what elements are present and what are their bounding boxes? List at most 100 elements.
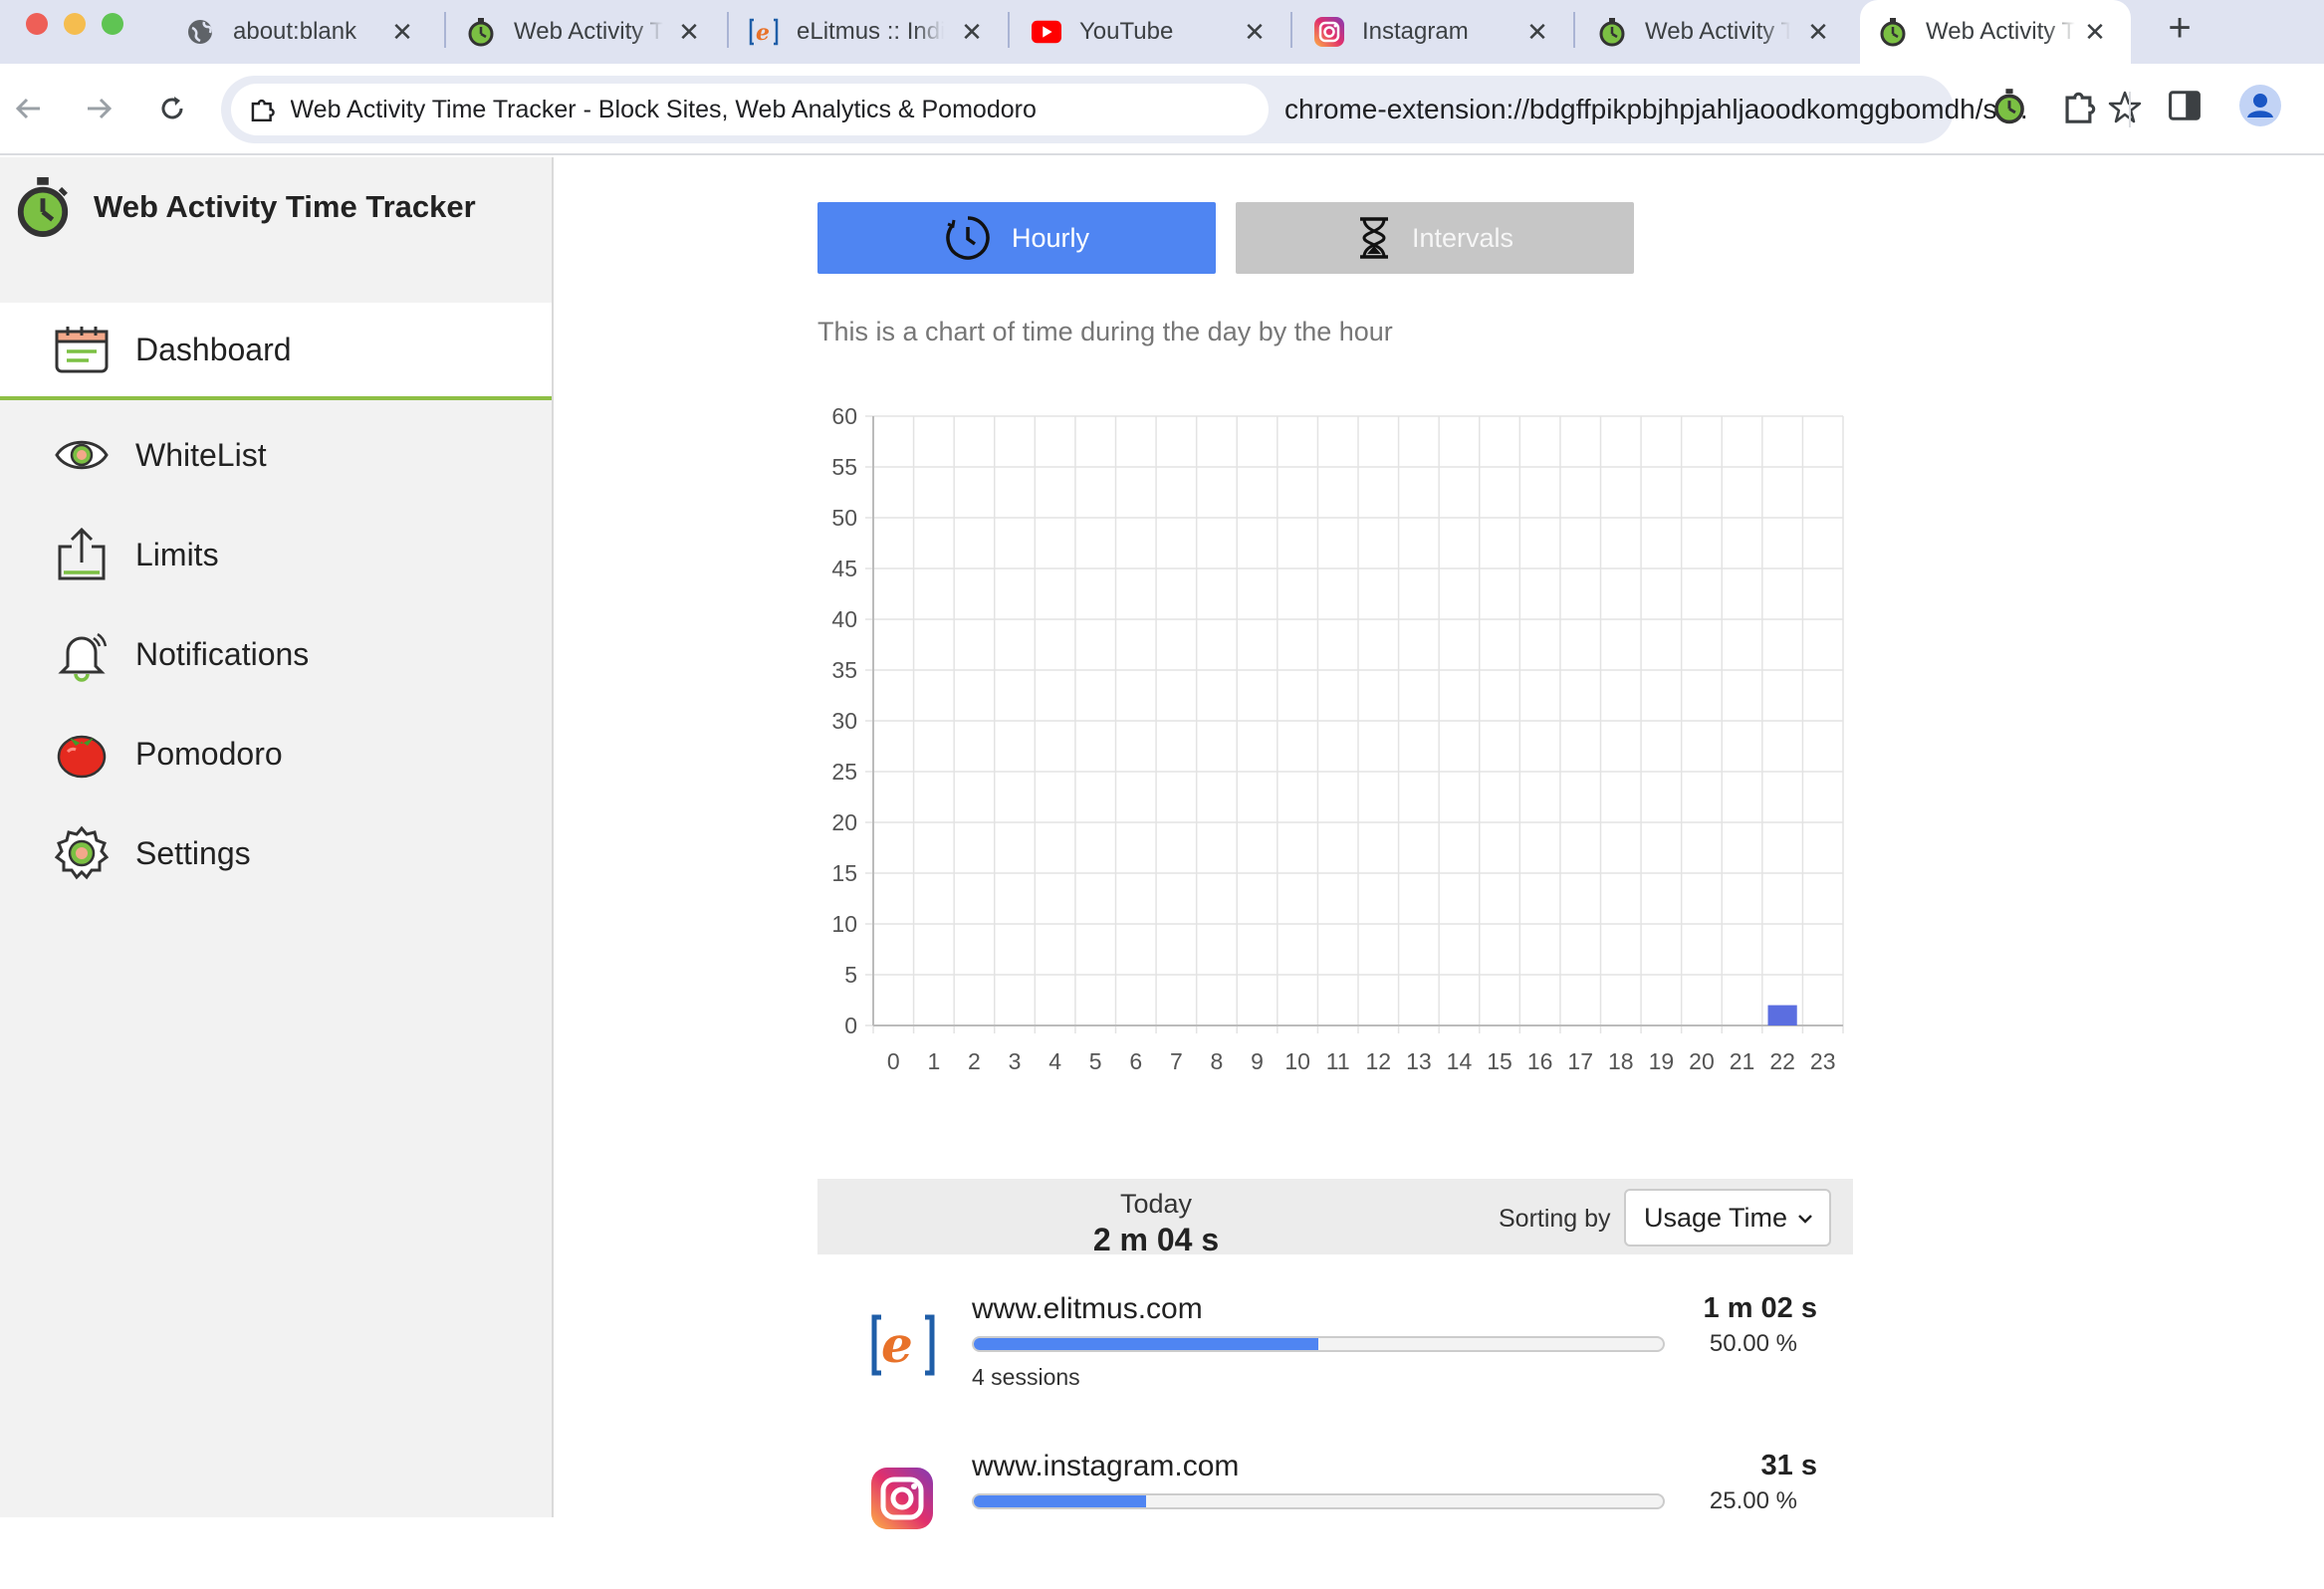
- browser-tab[interactable]: e eLitmus :: India ✕: [749, 0, 988, 64]
- sidebar-item-label: Pomodoro: [135, 735, 283, 772]
- tracker-extension-button[interactable]: [1991, 88, 2027, 130]
- eye-icon: [55, 440, 109, 470]
- puzzle-icon: [251, 100, 275, 122]
- tab-title: Web Activity Time Tracker: [1926, 18, 2075, 45]
- x-tick-label: 2: [968, 1048, 981, 1074]
- browser-tab[interactable]: Web Activity Time Tracker ✕: [1597, 0, 1834, 64]
- hourly-button[interactable]: Hourly: [817, 202, 1216, 274]
- side-panel-button[interactable]: [2167, 88, 2203, 128]
- site-row[interactable]: e www.elitmus.com 1 m 02 s 50.00 % 4 ses…: [817, 1292, 1853, 1432]
- y-tick-label: 35: [831, 657, 857, 683]
- instagram-icon: [1314, 17, 1344, 47]
- today-total-time: 2 m 04 s: [1092, 1222, 1220, 1257]
- site-name: www.elitmus.com: [972, 1292, 1203, 1325]
- extensions-button[interactable]: [2063, 88, 2099, 130]
- elitmus-icon: e: [749, 17, 779, 47]
- y-tick-label: 60: [831, 403, 857, 429]
- sidebar-item-notifications[interactable]: Notifications: [0, 605, 552, 703]
- chart-bar: [1767, 1005, 1797, 1025]
- tab-title: YouTube: [1079, 18, 1174, 45]
- tab-title: eLitmus :: India: [797, 18, 944, 45]
- close-tab-icon[interactable]: ✕: [1239, 16, 1271, 48]
- hourly-label: Hourly: [1011, 222, 1090, 253]
- browser-tab[interactable]: Web Activity Time Tracker ✕: [466, 0, 705, 64]
- hourglass-icon: [1359, 217, 1388, 259]
- browser-tab-active[interactable]: Web Activity Time Tracker ✕: [1860, 0, 2131, 64]
- tab-divider: [1290, 12, 1292, 48]
- forward-button[interactable]: [74, 84, 123, 133]
- today-label: Today: [1119, 1189, 1193, 1219]
- sidebar-item-whitelist[interactable]: WhiteList: [0, 406, 552, 504]
- extension-chip[interactable]: Web Activity Time Tracker - Block Sites,…: [231, 84, 1269, 135]
- sidebar-item-limits[interactable]: Limits: [0, 506, 552, 603]
- sidebar-item-label: Limits: [135, 536, 219, 572]
- x-tick-label: 8: [1211, 1048, 1224, 1074]
- tab-title: Instagram: [1362, 18, 1469, 45]
- site-time: 1 m 02 s: [1703, 1292, 1817, 1324]
- sidebar-item-pomodoro[interactable]: Pomodoro: [0, 705, 552, 802]
- sort-label: Sorting by: [1499, 1205, 1611, 1233]
- browser-tab[interactable]: Instagram ✕: [1314, 0, 1553, 64]
- y-tick-label: 0: [844, 1013, 857, 1038]
- y-tick-label: 40: [831, 606, 857, 632]
- intervals-button[interactable]: Intervals: [1236, 202, 1634, 274]
- browser-tab[interactable]: about:blank ✕: [185, 0, 418, 64]
- x-tick-label: 11: [1326, 1048, 1350, 1074]
- dashboard-icon: [55, 327, 109, 373]
- maximize-window-button[interactable]: [102, 13, 123, 35]
- close-tab-icon[interactable]: ✕: [386, 16, 418, 48]
- avatar-icon: [2239, 85, 2281, 126]
- sidebar: Web Activity Time Tracker Dashboard Whit…: [0, 157, 554, 1517]
- site-percent: 50.00 %: [1709, 1330, 1797, 1357]
- tab-divider: [727, 12, 729, 48]
- x-tick-label: 17: [1567, 1048, 1593, 1074]
- minimize-window-button[interactable]: [64, 13, 86, 35]
- app-brand: Web Activity Time Tracker: [14, 175, 476, 239]
- close-tab-icon[interactable]: ✕: [1802, 16, 1834, 48]
- sidebar-item-label: WhiteList: [135, 436, 267, 473]
- sidebar-item-settings[interactable]: Settings: [0, 804, 552, 902]
- sidebar-item-dashboard[interactable]: Dashboard: [0, 303, 552, 400]
- gear-icon: [54, 825, 110, 880]
- star-icon: [2108, 91, 2142, 123]
- site-name: www.instagram.com: [972, 1450, 1240, 1482]
- close-tab-icon[interactable]: ✕: [673, 16, 705, 48]
- stopwatch-icon: [1878, 17, 1908, 47]
- tab-title: Web Activity Time Tracker: [514, 18, 663, 45]
- url-text[interactable]: chrome-extension://bdgffpikpbjhpjahljaoo…: [1284, 94, 2091, 125]
- x-tick-label: 6: [1129, 1048, 1142, 1074]
- x-tick-label: 9: [1251, 1048, 1264, 1074]
- close-tab-icon[interactable]: ✕: [2079, 16, 2111, 48]
- browser-toolbar: Web Activity Time Tracker - Block Sites,…: [0, 64, 2324, 155]
- x-tick-label: 3: [1009, 1048, 1022, 1074]
- close-tab-icon[interactable]: ✕: [956, 16, 988, 48]
- globe-icon: [185, 17, 215, 47]
- close-tab-icon[interactable]: ✕: [1521, 16, 1553, 48]
- upload-icon: [58, 527, 106, 580]
- site-time: 31 s: [1760, 1450, 1817, 1481]
- puzzle-icon: [2065, 92, 2096, 123]
- sort-value: Usage Time: [1644, 1202, 1788, 1233]
- bookmark-star-button[interactable]: [2105, 88, 2145, 132]
- profile-button[interactable]: [2238, 84, 2282, 132]
- tab-divider: [444, 12, 446, 48]
- close-window-button[interactable]: [26, 13, 48, 35]
- sort-select[interactable]: Usage Time: [1624, 1189, 1831, 1247]
- stopwatch-logo-icon: [17, 177, 69, 237]
- new-tab-button[interactable]: +: [2155, 6, 2205, 51]
- intervals-label: Intervals: [1411, 222, 1514, 253]
- x-tick-label: 13: [1406, 1048, 1432, 1074]
- address-bar[interactable]: Web Activity Time Tracker - Block Sites,…: [221, 76, 2142, 143]
- y-tick-label: 10: [831, 911, 857, 937]
- site-row[interactable]: www.instagram.com 31 s 25.00 %: [817, 1450, 1853, 1589]
- back-button[interactable]: [4, 84, 54, 133]
- usage-progress-fill: [974, 1495, 1146, 1507]
- browser-tab[interactable]: YouTube ✕: [1032, 0, 1271, 64]
- reload-button[interactable]: [147, 84, 197, 133]
- youtube-icon: [1032, 17, 1061, 47]
- y-tick-label: 50: [831, 505, 857, 531]
- x-tick-label: 21: [1730, 1048, 1755, 1074]
- arrow-left-icon: [15, 98, 40, 119]
- tab-strip: about:blank ✕ Web Activity Time Tracker …: [0, 0, 2324, 64]
- x-tick-label: 1: [927, 1048, 940, 1074]
